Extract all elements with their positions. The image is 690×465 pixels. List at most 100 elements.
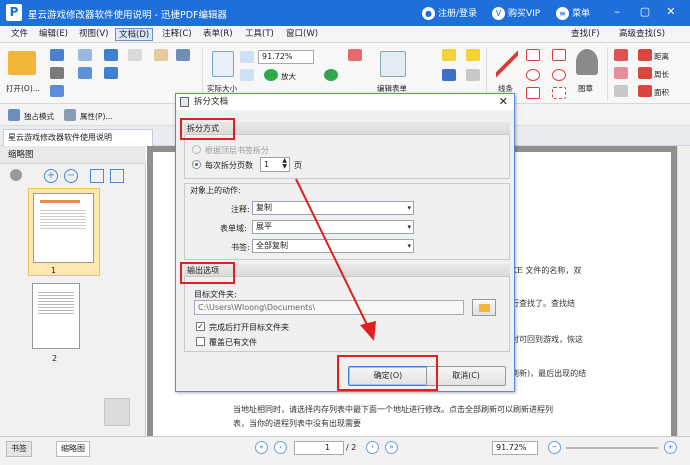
fit-page-icon[interactable] — [240, 51, 254, 63]
page-number-input[interactable]: 1 — [294, 441, 344, 455]
menu-bar: 文件 编辑(E) 视图(V) 文档(D) 注释(C) 表单(R) 工具(T) 窗… — [0, 26, 690, 43]
next-page-icon[interactable]: › — [366, 441, 379, 454]
rotate-right-icon[interactable] — [110, 169, 124, 183]
menu-form[interactable]: 表单(R) — [200, 28, 236, 41]
arrow-tool-icon[interactable] — [526, 49, 540, 61]
zoom-in-icon[interactable] — [264, 69, 278, 81]
thumbnail-page-2[interactable] — [32, 283, 80, 349]
pentagon-tool-icon[interactable] — [526, 69, 540, 81]
close-icon[interactable]: ✕ — [499, 95, 508, 109]
advanced-find-button[interactable]: 高级查找(S) — [616, 28, 668, 41]
measure-icon[interactable] — [614, 85, 628, 97]
pages-unit-label: 页 — [294, 161, 302, 170]
menu-view[interactable]: 视图(V) — [76, 28, 111, 41]
zoom-in-thumb-icon[interactable]: + — [44, 169, 58, 183]
ellipse-tool-icon[interactable] — [552, 69, 566, 81]
cancel-button[interactable]: 取消(C) — [426, 366, 506, 386]
rotate-icon[interactable] — [324, 69, 338, 81]
print-icon[interactable] — [50, 67, 64, 79]
tab-bookmarks[interactable]: 书签 — [6, 441, 32, 457]
polyline-tool-icon[interactable] — [552, 49, 566, 61]
rectangle-tool-icon[interactable] — [526, 87, 540, 99]
stamp-label[interactable]: 图章 — [578, 83, 593, 94]
open-folder-icon[interactable] — [8, 51, 36, 75]
exclusive-mode-button[interactable]: 独占模式 — [24, 111, 54, 122]
distance-icon[interactable] — [638, 49, 652, 61]
vertical-scrollbar[interactable] — [677, 146, 690, 440]
document-tab[interactable]: 星云游戏修改器软件使用说明 — [3, 129, 153, 146]
perimeter-icon[interactable] — [638, 67, 652, 79]
thumbnail-page-1[interactable] — [33, 193, 94, 263]
open-after-checkbox[interactable]: ✓ — [196, 322, 205, 331]
text-field-icon[interactable] — [442, 69, 456, 81]
area-icon[interactable] — [638, 85, 652, 97]
radio-split-by-pages[interactable] — [192, 160, 201, 169]
properties-icon[interactable] — [64, 109, 76, 121]
prev-page-icon[interactable]: ‹ — [274, 441, 287, 454]
menu-tools[interactable]: 工具(T) — [242, 28, 277, 41]
menu-button[interactable]: ≡ 菜单 — [556, 6, 590, 20]
save-icon[interactable] — [50, 49, 64, 61]
zoom-in-label[interactable]: 放大 — [281, 71, 296, 82]
find-button[interactable]: 查找(F) — [568, 28, 603, 41]
folder-icon — [479, 304, 490, 312]
redo-icon[interactable] — [104, 67, 118, 79]
zoom-out-thumb-icon[interactable]: − — [64, 169, 78, 183]
title-bar: P 星云游戏修改器软件使用说明 - 迅捷PDF编辑器 ● 注册/登录 V 购买VIP… — [0, 0, 690, 26]
stepper-up-icon[interactable]: ▲ ▼ — [282, 158, 287, 170]
line-tool-icon[interactable] — [496, 49, 518, 79]
maximize-icon[interactable]: ▢ — [638, 4, 652, 20]
menu-comment[interactable]: 注释(C) — [159, 28, 195, 41]
buy-vip-button[interactable]: V 购买VIP — [492, 6, 540, 20]
edit-form-icon[interactable] — [380, 51, 406, 77]
perimeter-label[interactable]: 周长 — [654, 69, 669, 80]
text-box-icon[interactable] — [442, 49, 456, 61]
cloud-icon[interactable] — [78, 67, 92, 79]
export-icon[interactable] — [50, 85, 64, 97]
zoom-input[interactable]: 91.72% — [258, 50, 314, 64]
zoom-in-status-icon[interactable]: + — [664, 441, 677, 454]
select-icon[interactable] — [128, 49, 142, 61]
exclusive-mode-icon[interactable] — [8, 109, 20, 121]
status-zoom-input[interactable]: 91.72% — [492, 441, 538, 455]
callout-icon[interactable] — [466, 69, 480, 81]
close-icon[interactable]: ✕ — [664, 4, 678, 20]
gear-icon[interactable] — [10, 169, 22, 181]
fit-width-icon[interactable] — [240, 69, 254, 81]
annotations-label: 注释: — [231, 205, 250, 214]
pencil-icon[interactable] — [614, 49, 628, 61]
first-page-icon[interactable]: « — [255, 441, 268, 454]
area-label[interactable]: 面积 — [654, 87, 669, 98]
pages-per-split-stepper[interactable]: 1 ▲ ▼ — [260, 157, 290, 172]
snapshot-icon[interactable] — [176, 49, 190, 61]
zoom-out-status-icon[interactable]: − — [548, 441, 561, 454]
zoom-slider[interactable] — [566, 447, 658, 449]
last-page-icon[interactable]: » — [385, 441, 398, 454]
eraser-icon[interactable] — [614, 67, 628, 79]
radio-split-by-bookmark[interactable] — [192, 145, 201, 154]
overwrite-checkbox[interactable] — [196, 337, 205, 346]
email-icon[interactable] — [78, 49, 92, 61]
note-icon[interactable] — [466, 49, 480, 61]
open-label[interactable]: 打开(O)... — [6, 83, 40, 94]
object-actions-header: 对象上的动作: — [190, 186, 241, 195]
actual-size-icon[interactable] — [212, 51, 234, 77]
rotate-left-icon[interactable] — [90, 169, 104, 183]
cloud-tool-icon[interactable] — [552, 87, 566, 99]
menu-document[interactable]: 文档(D) — [115, 28, 154, 41]
minimize-icon[interactable]: – — [610, 4, 624, 20]
browse-folder-button[interactable] — [472, 299, 496, 316]
menu-window[interactable]: 窗口(W) — [283, 28, 321, 41]
menu-file[interactable]: 文件 — [8, 28, 31, 41]
menu-edit[interactable]: 编辑(E) — [36, 28, 71, 41]
register-button[interactable]: ● 注册/登录 — [422, 6, 477, 20]
properties-button[interactable]: 属性(P)... — [80, 111, 113, 122]
link-icon[interactable] — [348, 49, 362, 61]
chevron-down-icon: ▾ — [407, 204, 411, 212]
tab-thumbnails[interactable]: 缩略图 — [56, 441, 90, 457]
distance-label[interactable]: 距离 — [654, 51, 669, 62]
pages-icon — [104, 398, 130, 426]
stamp-icon[interactable] — [576, 49, 598, 75]
hand-icon[interactable] — [154, 49, 168, 61]
undo-icon[interactable] — [104, 49, 118, 61]
